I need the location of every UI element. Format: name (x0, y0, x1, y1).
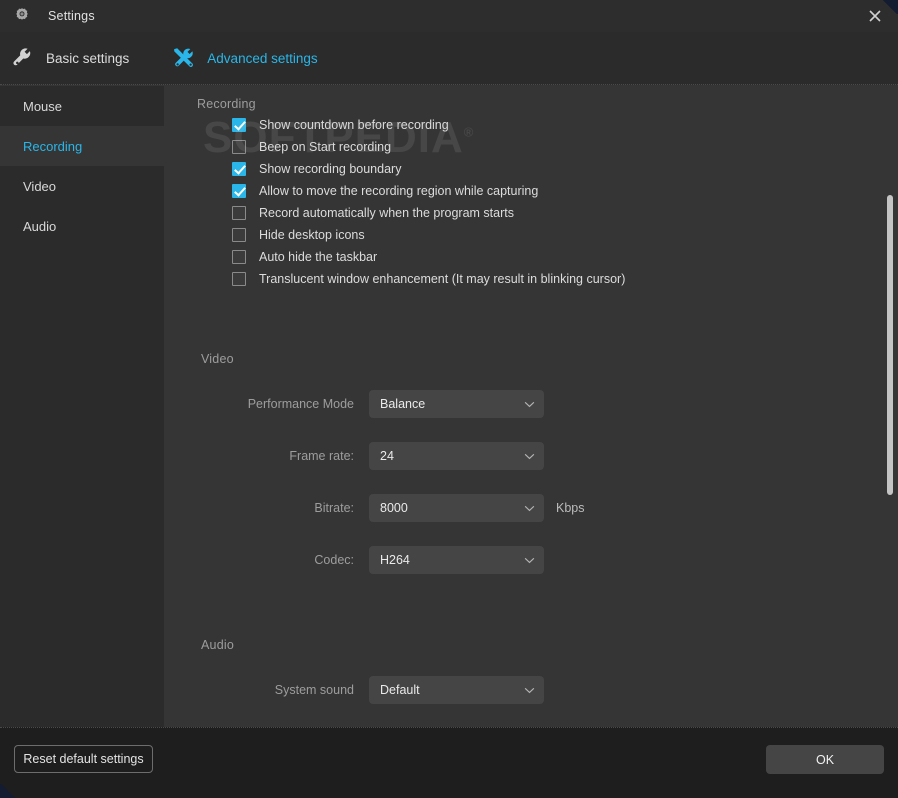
sidebar-item-label: Recording (23, 138, 83, 154)
ok-button[interactable]: OK (766, 745, 884, 774)
tab-bar: Basic settings Advanced settings (0, 32, 898, 85)
dropdown-bitrate[interactable]: 8000 (369, 494, 544, 522)
chevron-down-icon (524, 557, 535, 563)
checkbox-allow-to-move-the-recording-region-while-capturing[interactable]: Allow to move the recording region while… (232, 180, 538, 202)
checkbox-translucent-window-enhancement[interactable]: Translucent window enhancement (It may r… (232, 268, 625, 290)
dropdown-value: 24 (380, 449, 394, 463)
dropdown-performance-mode[interactable]: Balance (369, 390, 544, 418)
section-title-recording: Recording (197, 97, 256, 111)
chevron-down-icon (524, 505, 535, 511)
checkbox-indicator (232, 184, 246, 198)
dropdown-value: Default (380, 683, 420, 697)
close-button[interactable] (852, 0, 898, 32)
chevron-down-icon (524, 687, 535, 693)
dropdown-codec[interactable]: H264 (369, 546, 544, 574)
checkbox-record-automatically-when-the-program-starts[interactable]: Record automatically when the program st… (232, 202, 514, 224)
checkbox-label: Auto hide the taskbar (259, 250, 378, 264)
checkbox-indicator (232, 140, 246, 154)
tab-advanced-settings-label: Advanced settings (207, 50, 318, 66)
chevron-down-icon (524, 401, 535, 407)
tab-advanced-settings[interactable]: Advanced settings (171, 32, 318, 84)
section-title-video: Video (201, 352, 234, 366)
checkbox-beep-on-start-recording[interactable]: Beep on Start recording (232, 136, 391, 158)
field-frame-rate: Frame rate: 24 (209, 442, 544, 470)
section-title-audio: Audio (201, 638, 234, 652)
checkbox-indicator (232, 206, 246, 220)
sidebar-item-video[interactable]: Video (0, 166, 164, 206)
tab-basic-settings-label: Basic settings (46, 50, 130, 66)
checkbox-indicator (232, 118, 246, 132)
sidebar-item-label: Audio (23, 218, 57, 234)
corner-accent-bottom-left (0, 782, 22, 798)
dropdown-value: H264 (380, 553, 410, 567)
field-label: System sound (274, 683, 354, 697)
checkbox-label: Hide desktop icons (259, 228, 365, 242)
close-icon (869, 10, 881, 22)
field-bitrate: Bitrate: 8000 Kbps (209, 494, 585, 522)
field-label: Bitrate: (314, 501, 354, 515)
checkbox-label: Show recording boundary (259, 162, 402, 176)
checkbox-label: Translucent window enhancement (It may r… (259, 272, 626, 286)
field-codec: Codec: H264 (209, 546, 544, 574)
field-suffix-kbps: Kbps (556, 501, 585, 515)
checkbox-auto-hide-the-taskbar[interactable]: Auto hide the taskbar (232, 246, 377, 268)
checkbox-hide-desktop-icons[interactable]: Hide desktop icons (232, 224, 365, 246)
sidebar-item-mouse[interactable]: Mouse (0, 86, 164, 126)
checkbox-indicator (232, 272, 246, 286)
footer-bar: Reset default settings (0, 727, 898, 798)
tab-basic-settings[interactable]: Basic settings (10, 32, 129, 84)
dropdown-system-sound[interactable]: Default (369, 676, 544, 704)
field-label: Frame rate: (289, 449, 354, 463)
content-scrollbar-track[interactable] (886, 86, 894, 727)
wrench-icon (13, 48, 31, 66)
title-bar: Settings (0, 0, 898, 32)
sidebar: Mouse Recording Video Audio (0, 86, 164, 727)
checkbox-indicator (232, 162, 246, 176)
gear-icon (16, 8, 28, 20)
field-label: Codec: (314, 553, 354, 567)
checkbox-indicator (232, 250, 246, 264)
checkbox-show-countdown-before-recording[interactable]: Show countdown before recording (232, 114, 449, 136)
dropdown-frame-rate[interactable]: 24 (369, 442, 544, 470)
dropdown-value: 8000 (380, 501, 408, 515)
dropdown-value: Balance (380, 397, 426, 411)
field-system-sound: System sound Default (209, 676, 544, 704)
wrench-screwdriver-icon (174, 48, 194, 67)
sidebar-item-audio[interactable]: Audio (0, 206, 164, 246)
sidebar-item-label: Video (23, 178, 57, 194)
reset-default-settings-button[interactable]: Reset default settings (14, 745, 153, 773)
field-performance-mode: Performance Mode Balance (209, 390, 544, 418)
window-title: Settings (48, 9, 95, 23)
checkbox-label: Show countdown before recording (259, 118, 449, 132)
checkbox-indicator (232, 228, 246, 242)
checkbox-label: Allow to move the recording region while… (259, 184, 539, 198)
settings-content-pane: Recording Show countdown before recordin… (164, 86, 898, 727)
checkbox-label: Record automatically when the program st… (259, 206, 514, 220)
sidebar-item-recording[interactable]: Recording (0, 126, 164, 166)
sidebar-item-label: Mouse (23, 98, 63, 114)
content-scrollbar-thumb[interactable] (887, 195, 893, 495)
chevron-down-icon (524, 453, 535, 459)
checkbox-label: Beep on Start recording (259, 140, 392, 154)
field-label: Performance Mode (247, 397, 354, 411)
checkbox-show-recording-boundary[interactable]: Show recording boundary (232, 158, 401, 180)
